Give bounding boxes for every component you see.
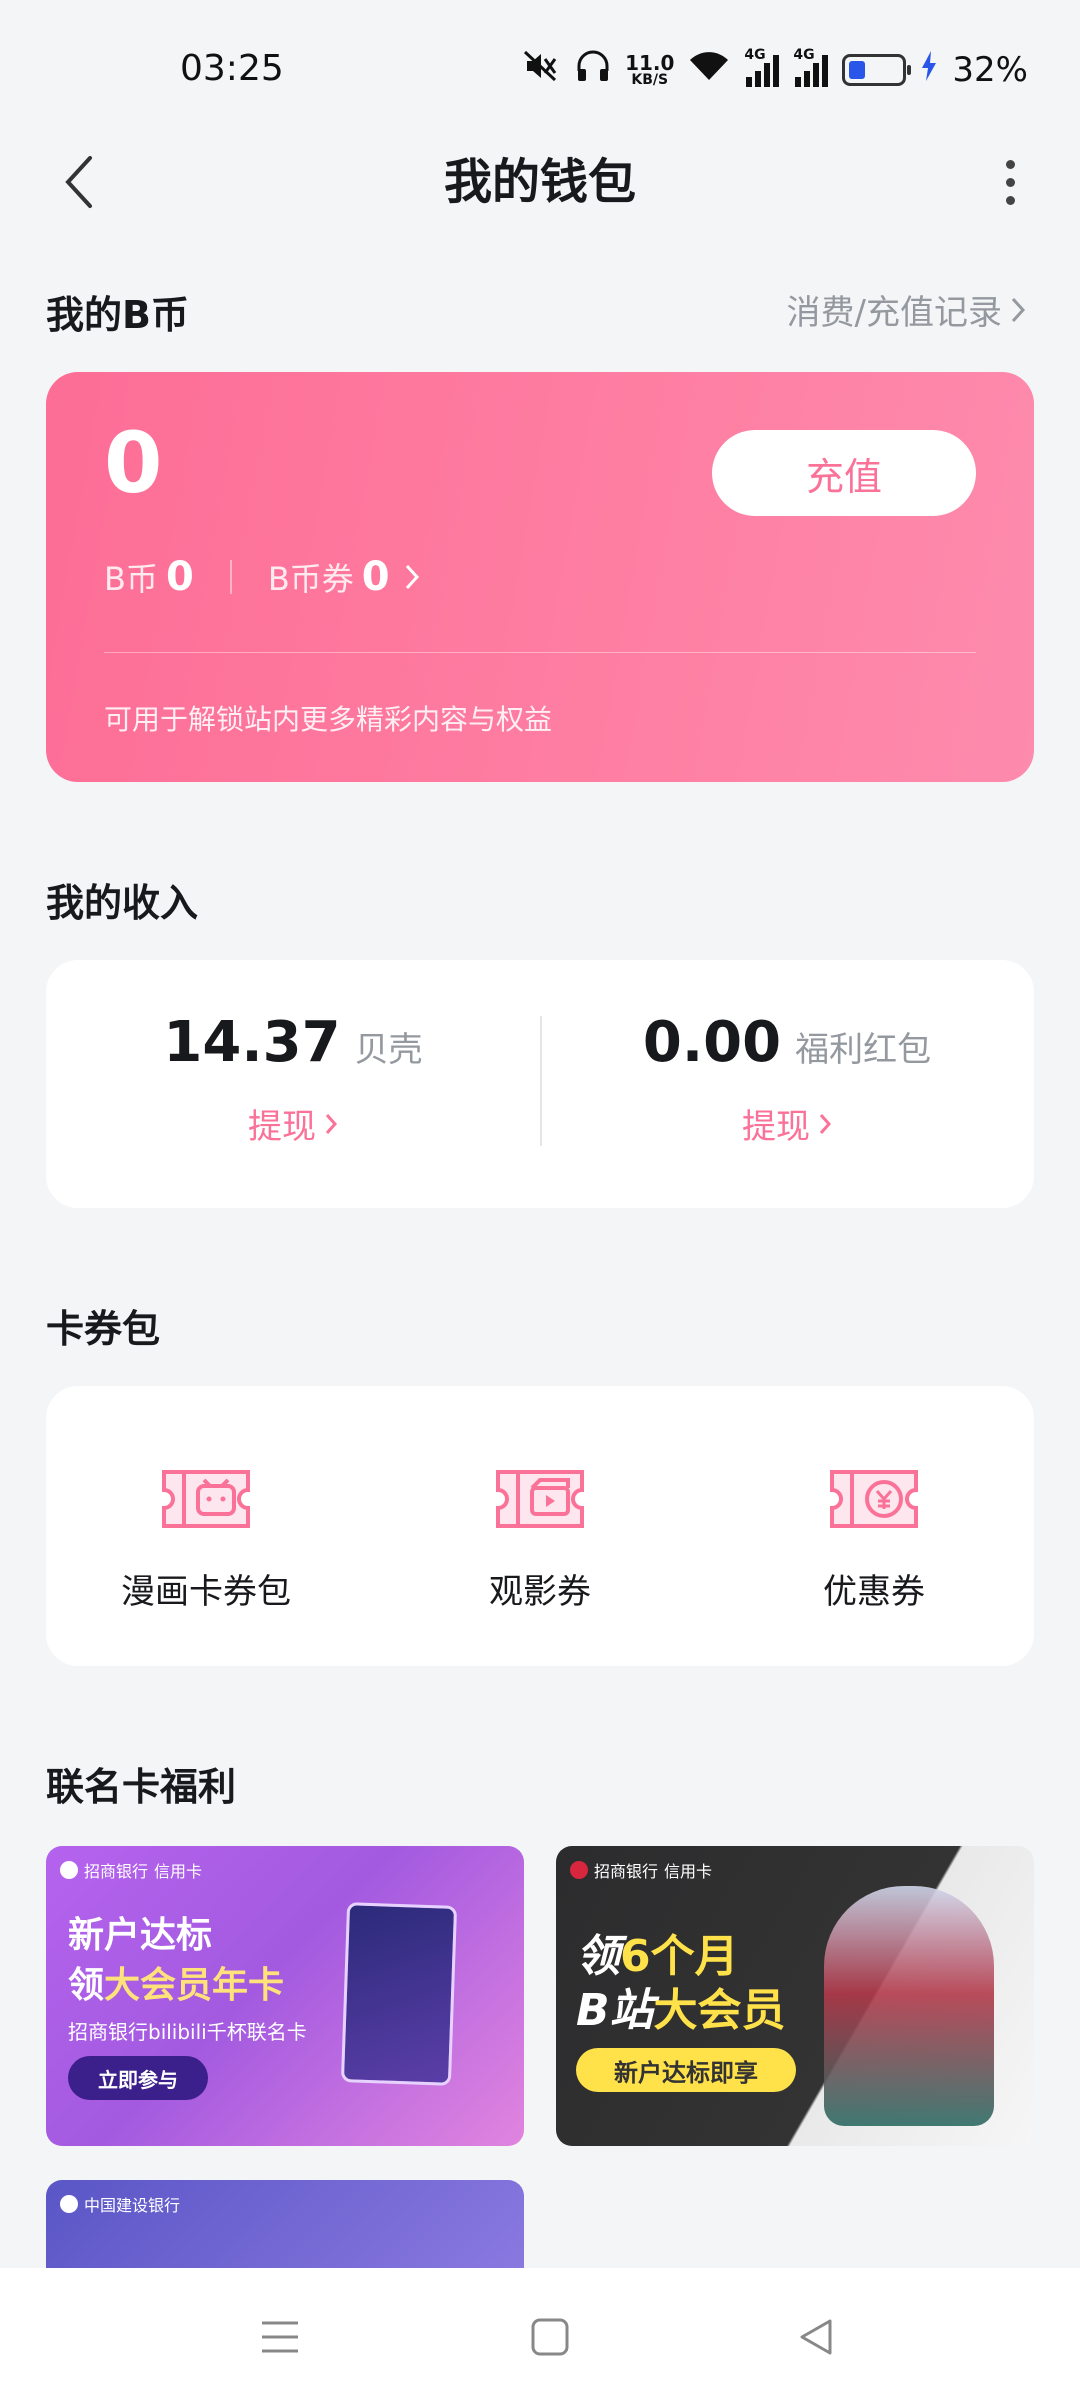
signal-icon-1: 4G	[744, 47, 780, 87]
system-nav-bar	[0, 2268, 1080, 2400]
bank-logo: 招商银行 信用卡	[570, 1858, 712, 1882]
cobrand-section-title: 联名卡福利	[46, 1765, 237, 1809]
battery-icon	[842, 54, 912, 86]
more-button[interactable]	[980, 142, 1040, 222]
cmb-cobrand-banner-1[interactable]: 招商银行 信用卡 新户达标 领大会员年卡 招商银行bilibili千杯联名卡 立…	[46, 1846, 524, 2146]
net-speed: 11.0 KB/S	[625, 51, 675, 88]
coupons-card: 漫画卡券包 观影券 优惠券	[46, 1386, 1034, 1666]
bcoin-label: B币	[104, 560, 158, 598]
coupons-section-title: 卡券包	[46, 1307, 161, 1351]
bcoin-section-title: 我的B币	[46, 293, 189, 337]
cmb-cobrand-banner-2[interactable]: 招商银行 信用卡 领6个月 B站大会员 新户达标即享	[556, 1846, 1034, 2146]
discount-coupon-label: 优惠券	[823, 1572, 925, 1612]
comic-ticket-icon	[162, 1470, 250, 1528]
bank-logo: 中国建设银行	[60, 2192, 180, 2216]
shell-income: 14.37 贝壳 提现	[46, 1010, 540, 1148]
signal-icon-2: 4G	[793, 47, 829, 87]
new-user-benefit-button[interactable]: 新户达标即享	[576, 2048, 796, 2092]
chevron-right-icon	[1011, 297, 1026, 322]
banner-subheadline: B站大会员	[576, 1985, 786, 2036]
home-square-icon	[531, 2318, 569, 2356]
comic-coupon-item[interactable]: 漫画卡券包	[46, 1464, 366, 1613]
bcoin-card: 0 充值 B币 0 B币券 0 可用于解锁站内更多精彩内容与权益	[46, 372, 1034, 782]
join-now-button[interactable]: 立即参与	[68, 2056, 208, 2100]
wifi-icon	[688, 50, 730, 91]
banner-headline: 新户达标	[68, 1915, 213, 1956]
headphone-icon	[575, 49, 611, 92]
credit-card-image	[340, 1902, 458, 2086]
bcoin-value: 0	[165, 554, 194, 600]
home-button[interactable]	[520, 2312, 580, 2362]
back-nav-button[interactable]	[786, 2312, 846, 2362]
yen-ticket-icon	[830, 1470, 918, 1528]
menu-icon	[262, 2321, 298, 2353]
income-card: 14.37 贝壳 提现 0.00 福利红包 提现	[46, 960, 1034, 1208]
discount-coupon-item[interactable]: 优惠券	[714, 1464, 1034, 1613]
bcoin-breakdown: B币 0 B币券 0	[104, 554, 420, 600]
charging-icon	[920, 50, 938, 91]
status-icons: 11.0 KB/S 4G 4G 32%	[521, 46, 1028, 94]
status-time: 03:25	[180, 48, 284, 89]
voucher-label: B币券	[267, 560, 354, 598]
shell-unit: 贝壳	[354, 1030, 423, 1070]
divider	[104, 652, 976, 653]
banner-subheadline: 领大会员年卡	[68, 1965, 285, 2006]
withdraw-shell-button[interactable]: 提现	[248, 1099, 338, 1148]
ccb-cobrand-banner[interactable]: 中国建设银行	[46, 2180, 524, 2270]
recharge-button[interactable]: 充值	[712, 430, 976, 516]
bcoin-balance: 0	[104, 414, 163, 512]
status-bar: 03:25 11.0 KB/S 4G 4G 32%	[0, 0, 1080, 140]
bcoin-note: 可用于解锁站内更多精彩内容与权益	[104, 703, 553, 736]
comic-coupon-label: 漫画卡券包	[121, 1572, 291, 1612]
mute-icon	[521, 49, 561, 92]
movie-ticket-icon	[496, 1470, 584, 1528]
banner-description: 招商银行bilibili千杯联名卡	[68, 2020, 307, 2044]
chevron-right-icon	[819, 1113, 832, 1134]
battery-percent: 32%	[952, 50, 1028, 90]
voucher-link[interactable]: B币券 0	[268, 554, 420, 600]
withdraw-redpacket-button[interactable]: 提现	[742, 1099, 832, 1148]
income-section-title: 我的收入	[46, 881, 199, 925]
records-link[interactable]: 消费/充值记录	[787, 285, 1026, 334]
movie-coupon-label: 观影券	[489, 1572, 591, 1612]
voucher-value: 0	[361, 554, 390, 600]
redpacket-value: 0.00	[642, 1010, 782, 1075]
redpacket-unit: 福利红包	[795, 1030, 932, 1070]
chevron-right-icon	[325, 1113, 338, 1134]
character-illustration	[824, 1886, 994, 2126]
chevron-right-icon	[405, 564, 419, 590]
back-triangle-icon	[800, 2319, 832, 2355]
more-dots-icon	[1005, 159, 1015, 169]
menu-button[interactable]	[250, 2312, 310, 2362]
page-title: 我的钱包	[443, 154, 636, 210]
shell-value: 14.37	[163, 1010, 341, 1075]
bank-logo: 招商银行 信用卡	[60, 1858, 202, 1882]
movie-coupon-item[interactable]: 观影券	[380, 1464, 700, 1613]
redpacket-income: 0.00 福利红包 提现	[540, 1010, 1034, 1148]
nav-bar: 我的钱包	[0, 130, 1080, 230]
